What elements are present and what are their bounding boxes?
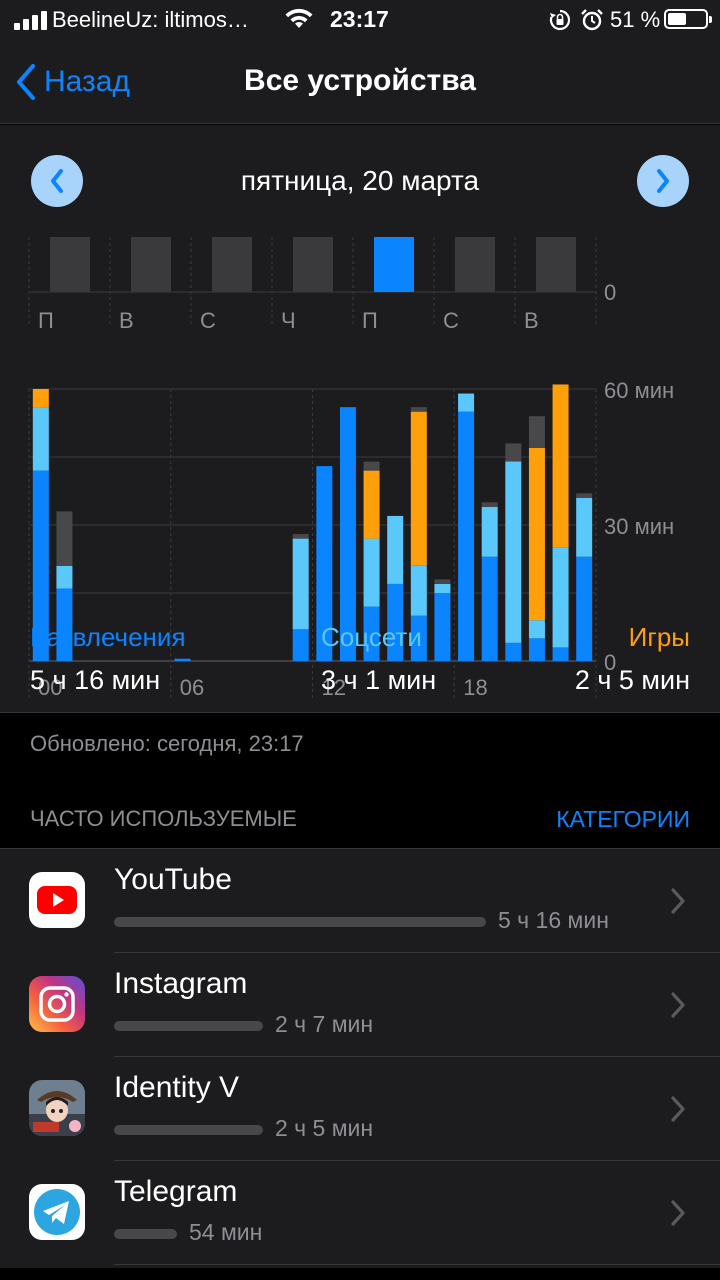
- bar-segment: [552, 384, 569, 548]
- bar-segment: [56, 565, 73, 589]
- bar-segment: [458, 393, 475, 412]
- battery-percent: 51 %: [610, 7, 661, 32]
- usage-duration: 54 мин: [189, 1219, 263, 1245]
- carrier-name: BeelineUz: iltimos…: [52, 7, 249, 32]
- navigation-bar: Назад Все устройства: [0, 40, 720, 124]
- bar-segment: [434, 579, 451, 584]
- date-navigator: пятница, 20 марта: [0, 125, 720, 237]
- bar-segment: [32, 389, 49, 408]
- bar-segment: [363, 538, 380, 607]
- category-value: 5 ч 16 мин: [30, 665, 161, 695]
- usage-duration: 2 ч 7 мин: [275, 1011, 374, 1037]
- bar-segment: [387, 515, 404, 584]
- chevron-right-icon: [671, 992, 685, 1018]
- telegram-icon: [29, 1184, 85, 1240]
- app-name: Identity V: [114, 1071, 240, 1104]
- usage-bar: [114, 1229, 177, 1239]
- app-name: Instagram: [114, 967, 248, 1000]
- day-bar[interactable]: [131, 237, 171, 292]
- day-bar[interactable]: [536, 237, 576, 292]
- bar-segment: [32, 407, 49, 471]
- list-item-youtube[interactable]: YouTube 5 ч 16 мин: [0, 849, 720, 953]
- bar-segment: [505, 461, 522, 643]
- bar-segment: [410, 411, 427, 566]
- day-bar[interactable]: [455, 237, 495, 292]
- bar-segment: [410, 565, 427, 616]
- page-title: Все устройства: [244, 64, 476, 97]
- bar-segment: [528, 447, 545, 621]
- orientation-lock-icon: [549, 9, 571, 31]
- bar-segment: [481, 506, 498, 557]
- category-name: Игры: [628, 622, 690, 652]
- day-label: Ч: [281, 308, 296, 333]
- alarm-icon: [581, 9, 603, 31]
- day-label: П: [362, 308, 378, 333]
- usage-charts: ПВСЧПСВ0 60 мин 30 мин 0 00 06 12 18 Развлечен…: [0, 237, 720, 713]
- day-label: В: [524, 308, 539, 333]
- bar-segment: [56, 511, 73, 566]
- bar-segment: [505, 443, 522, 462]
- weekly-usage-chart[interactable]: П В С Ч П С В 0: [0, 237, 720, 337]
- y-tick-label: 0: [604, 280, 616, 305]
- instagram-icon: [29, 976, 85, 1032]
- bar-segment: [434, 583, 451, 593]
- category-value: 2 ч 5 мин: [574, 665, 690, 695]
- bar-segment: [363, 461, 380, 471]
- chevron-right-icon: [657, 169, 669, 193]
- day-bar[interactable]: [212, 237, 252, 292]
- identity-v-icon: [29, 1080, 85, 1136]
- category-social: Соцсети 3 ч 1 мин: [321, 622, 436, 696]
- bar-segment: [576, 497, 593, 557]
- usage-duration: 2 ч 5 мин: [275, 1115, 374, 1141]
- wifi-icon: [285, 8, 313, 28]
- section-header: ЧАСТО ИСПОЛЬЗУЕМЫЕ КАТЕГОРИИ: [30, 806, 690, 836]
- usage-bar: [114, 1125, 263, 1135]
- bar-segment: [410, 407, 427, 412]
- battery-icon: [664, 9, 712, 29]
- day-label: П: [38, 308, 54, 333]
- chevron-right-icon: [671, 1200, 685, 1226]
- signal-icon: [14, 11, 47, 30]
- category-summary: Развлечения 5 ч 16 мин Соцсети 3 ч 1 мин…: [0, 622, 720, 702]
- status-bar: BeelineUz: iltimos… 23:17 51 %: [0, 0, 720, 40]
- usage-duration: 5 ч 16 мин: [498, 907, 609, 933]
- youtube-icon: [29, 872, 85, 928]
- app-name: YouTube: [114, 863, 232, 896]
- usage-bar: [114, 1021, 263, 1031]
- day-bar[interactable]: [293, 237, 333, 292]
- selected-date: пятница, 20 марта: [240, 165, 480, 196]
- app-name: Telegram: [114, 1175, 238, 1208]
- day-label: В: [119, 308, 134, 333]
- day-label: С: [443, 308, 459, 333]
- category-games: Игры 2 ч 5 мин: [575, 622, 690, 696]
- category-name: Развлечения: [30, 622, 186, 652]
- section-title: ЧАСТО ИСПОЛЬЗУЕМЫЕ: [30, 806, 297, 831]
- chevron-right-icon: [671, 1096, 685, 1122]
- y-tick-label: 30 мин: [604, 514, 674, 539]
- bar-segment: [292, 534, 309, 539]
- categories-button[interactable]: КАТЕГОРИИ: [556, 806, 690, 833]
- bar-segment: [528, 416, 545, 448]
- chevron-right-icon: [671, 888, 685, 914]
- category-entertainment: Развлечения 5 ч 16 мин: [30, 622, 186, 696]
- category-value: 3 ч 1 мин: [321, 665, 437, 695]
- category-name: Соцсети: [321, 622, 422, 652]
- day-label: С: [200, 308, 216, 333]
- next-day-button[interactable]: [637, 155, 689, 207]
- list-item-instagram[interactable]: Instagram 2 ч 7 мин: [0, 953, 720, 1057]
- bar-segment: [292, 538, 309, 630]
- y-tick-label: 60 мин: [604, 378, 674, 403]
- usage-bar: [114, 917, 486, 927]
- list-item-telegram[interactable]: Telegram 54 мин: [0, 1161, 720, 1265]
- bar-segment: [576, 493, 593, 498]
- most-used-list: YouTube 5 ч 16 мин Instagram 2 ч 7 мин I…: [0, 848, 720, 1268]
- updated-timestamp: Обновлено: сегодня, 23:17: [30, 731, 304, 756]
- bar-segment: [363, 470, 380, 539]
- list-item-identity-v[interactable]: Identity V 2 ч 5 мин: [0, 1057, 720, 1161]
- day-bar[interactable]: [374, 237, 414, 292]
- bar-segment: [481, 502, 498, 507]
- status-time: 23:17: [330, 6, 389, 32]
- day-bar[interactable]: [50, 237, 90, 292]
